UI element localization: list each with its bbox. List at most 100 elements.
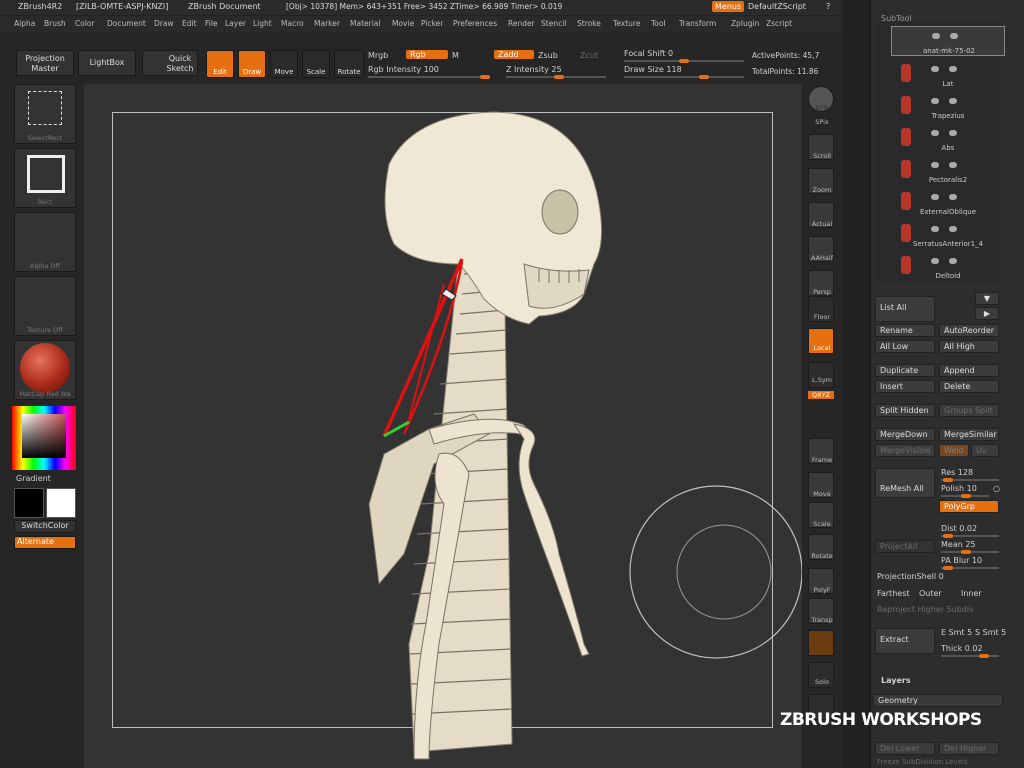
menu-draw[interactable]: Draw (154, 19, 174, 28)
project-all-button[interactable]: ProjectAll (875, 540, 935, 553)
material-thumbnail[interactable]: MatCap Red Wa (14, 340, 76, 400)
menu-tool[interactable]: Tool (651, 19, 666, 28)
s-smt-slider[interactable]: S Smt 5 (975, 628, 1006, 637)
del-lower-button[interactable]: Del Lower (875, 742, 935, 755)
xyz-toggle[interactable]: QXYZ (808, 391, 834, 399)
menu-layer[interactable]: Layer (225, 19, 246, 28)
subtool-item[interactable]: Trapezius (891, 92, 1005, 122)
menu-picker[interactable]: Picker (421, 19, 443, 28)
subtool-item[interactable]: Lat (891, 60, 1005, 90)
del-higher-button[interactable]: Del Higher (939, 742, 999, 755)
color-picker[interactable] (12, 406, 76, 470)
zadd-toggle[interactable]: Zadd (494, 50, 534, 59)
canvas-viewport[interactable] (84, 84, 802, 768)
rgb-intensity-slider[interactable]: Rgb Intensity 100 (368, 65, 439, 74)
projection-master-button[interactable]: Projection Master (16, 50, 74, 76)
menu-color[interactable]: Color (75, 19, 95, 28)
layers-header[interactable]: Layers (881, 676, 911, 685)
inner-toggle[interactable]: Inner (961, 589, 982, 598)
edit-mode-button[interactable]: Edit (206, 50, 234, 78)
dist-slider[interactable]: Dist 0.02 (941, 524, 977, 533)
lsym-icon[interactable] (808, 362, 834, 388)
menu-render[interactable]: Render (508, 19, 535, 28)
spix-slider[interactable]: SPix (802, 118, 842, 126)
menu-material[interactable]: Material (350, 19, 380, 28)
scale-mode-button[interactable]: Scale (302, 50, 330, 78)
list-all-button[interactable]: List All (875, 296, 935, 322)
duplicate-button[interactable]: Duplicate (875, 364, 935, 377)
rename-button[interactable]: Rename (875, 324, 935, 337)
polygrp-toggle[interactable]: PolyGrp (939, 500, 999, 513)
ghost-icon[interactable] (808, 630, 834, 656)
default-zscript[interactable]: DefaultZScript (748, 2, 806, 11)
pa-blur-slider[interactable]: PA Blur 10 (941, 556, 982, 565)
subtool-item[interactable]: ExternalOblique (891, 188, 1005, 218)
stroke-thumbnail[interactable]: SelectRect (14, 84, 76, 144)
merge-visible-button[interactable]: MergeVisible (875, 444, 935, 457)
menu-movie[interactable]: Movie (392, 19, 414, 28)
thick-slider[interactable]: Thick 0.02 (941, 644, 983, 653)
menu-file[interactable]: File (205, 19, 218, 28)
projection-shell-slider[interactable]: ProjectionShell 0 (877, 572, 944, 581)
farthest-toggle[interactable]: Farthest (877, 589, 910, 598)
all-low-button[interactable]: All Low (875, 340, 935, 353)
alternate-button[interactable]: Alternate (14, 536, 76, 549)
menu-transform[interactable]: Transform (679, 19, 716, 28)
mean-slider[interactable]: Mean 25 (941, 540, 976, 549)
rotate-mode-button[interactable]: Rotate (334, 50, 364, 78)
menu-edit[interactable]: Edit (182, 19, 197, 28)
menu-zplugin[interactable]: Zplugin (731, 19, 759, 28)
polish-slider[interactable]: Polish 10 (941, 484, 977, 493)
help-icon[interactable]: ? (826, 2, 830, 11)
rgb-toggle[interactable]: Rgb (406, 50, 448, 59)
freeze-subdivision-button[interactable]: Freeze SubDivision Levels (877, 758, 967, 766)
menu-macro[interactable]: Macro (281, 19, 304, 28)
subtool-item[interactable]: Abs (891, 124, 1005, 154)
extract-button[interactable]: Extract (875, 628, 935, 654)
merge-down-button[interactable]: MergeDown (875, 428, 935, 441)
menu-texture[interactable]: Texture (613, 19, 640, 28)
reproject-higher-subdiv-button[interactable]: Reproject Higher Subdiv (877, 605, 974, 614)
m-toggle[interactable]: M (452, 51, 459, 60)
auto-reorder-button[interactable]: AutoReorder (939, 324, 999, 337)
outer-toggle[interactable]: Outer (919, 589, 942, 598)
subtool-item[interactable]: Pectoralis2 (891, 156, 1005, 186)
subtool-item[interactable]: SerratusAnterior1_4 (891, 220, 1005, 250)
menu-document[interactable]: Document (107, 19, 146, 28)
menu-light[interactable]: Light (253, 19, 272, 28)
main-color-swatch[interactable] (14, 488, 44, 518)
merge-similar-button[interactable]: MergeSimilar (939, 428, 999, 441)
texture-thumbnail[interactable]: Texture Off (14, 276, 76, 336)
uv-toggle[interactable]: Uv (971, 444, 999, 457)
arrow-down-right-icon[interactable]: ▶ (975, 307, 999, 320)
lightbox-button[interactable]: LightBox (78, 50, 136, 76)
polish-circle-icon[interactable]: ○ (993, 484, 1000, 493)
zcut-toggle[interactable]: Zcut (580, 51, 598, 60)
menu-stencil[interactable]: Stencil (541, 19, 566, 28)
append-button[interactable]: Append (939, 364, 999, 377)
secondary-color-swatch[interactable] (46, 488, 76, 518)
draw-size-slider[interactable]: Draw Size 118 (624, 65, 682, 74)
subtool-item[interactable]: anat-mk-75-02 (891, 26, 1005, 56)
quick-sketch-button[interactable]: Quick Sketch (142, 50, 198, 76)
draw-mode-button[interactable]: Draw (238, 50, 266, 78)
menu-zscript[interactable]: Zscript (766, 19, 792, 28)
groups-split-button[interactable]: Groups Split (939, 404, 999, 417)
remesh-all-button[interactable]: ReMesh All (875, 468, 935, 498)
menus-toggle[interactable]: Menus (712, 1, 745, 12)
e-smt-slider[interactable]: E Smt 5 (941, 628, 972, 637)
delete-button[interactable]: Delete (939, 380, 999, 393)
menu-stroke[interactable]: Stroke (577, 19, 601, 28)
split-hidden-button[interactable]: Split Hidden (875, 404, 935, 417)
brush-thumbnail[interactable]: Rect (14, 148, 76, 208)
switch-color-button[interactable]: SwitchColor (14, 520, 76, 533)
subtool-item[interactable]: Deltoid (891, 252, 1005, 282)
skeleton-model[interactable] (84, 84, 802, 768)
menu-brush[interactable]: Brush (44, 19, 66, 28)
gradient-label[interactable]: Gradient (16, 474, 51, 483)
res-slider[interactable]: Res 128 (941, 468, 973, 477)
alpha-thumbnail[interactable]: Alpha Off (14, 212, 76, 272)
arrow-down-icon[interactable]: ▼ (975, 292, 999, 305)
weld-toggle[interactable]: Weld (939, 444, 969, 457)
all-high-button[interactable]: All High (939, 340, 999, 353)
